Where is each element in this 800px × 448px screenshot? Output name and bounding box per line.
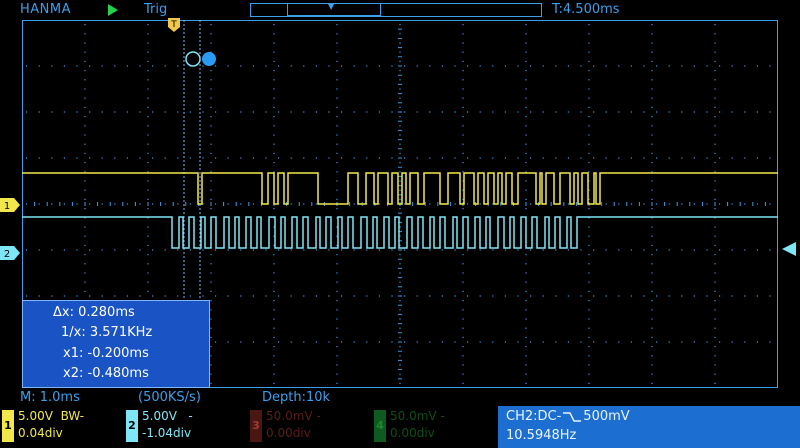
inverse-delta-value: 3.571KHz	[89, 325, 153, 340]
x2-row: x2: -0.480ms	[63, 366, 159, 381]
x1-value: -0.200ms	[87, 346, 149, 361]
inverse-delta-row: 1/x: 3.571KHz	[61, 325, 159, 340]
ch4-offset: 0.00div	[390, 426, 435, 440]
acquisition-status-bar: M: 1.0ms (500KS/s) Depth:10k	[0, 390, 800, 406]
ch1-bandwidth: BW-	[60, 409, 85, 423]
delta-x-row: Δx: 0.280ms	[53, 305, 159, 320]
ch2-bandwidth: -	[188, 409, 193, 423]
play-icon[interactable]	[108, 4, 118, 16]
ch2-volts: 5.00V	[142, 409, 177, 423]
ch4-bandwidth: -	[440, 409, 445, 423]
trigger-info-panel[interactable]: CH2:DC- 500mV 10.5948Hz	[498, 406, 800, 448]
ch4-settings[interactable]: 4 50.0mV - 0.00div	[372, 406, 494, 446]
x1-label: x1:	[63, 346, 84, 361]
ch3-volts: 50.0mV	[266, 409, 313, 423]
ch3-number: 3	[250, 410, 262, 442]
trigger-frequency: 10.5948Hz	[506, 428, 577, 443]
ch3-settings[interactable]: 3 50.0mV - 0.00div	[248, 406, 370, 446]
timebase[interactable]: M: 1.0ms	[20, 390, 80, 405]
memory-position-bar[interactable]: ▼	[250, 2, 542, 17]
ch2-level-marker[interactable]: 2	[0, 246, 20, 260]
ch3-offset: 0.00div	[266, 426, 311, 440]
delta-x-label: Δx:	[53, 305, 74, 320]
top-status-bar: HANMA Trig ▼ T:4.500ms	[0, 0, 800, 20]
ch4-number: 4	[374, 410, 386, 442]
memory-pointer-icon: ▼	[328, 2, 335, 11]
trigger-position-marker[interactable]: T	[168, 18, 180, 32]
delta-x-value: 0.280ms	[78, 305, 135, 320]
brand-logo: HANMA	[20, 2, 72, 17]
x1-row: x1: -0.200ms	[63, 346, 159, 361]
ch4-volts: 50.0mV	[390, 409, 437, 423]
trigger-delay: T:4.500ms	[552, 2, 620, 17]
inverse-delta-label: 1/x:	[61, 325, 86, 340]
ch1-volts: 5.00V	[18, 409, 53, 423]
ch3-bandwidth: -	[316, 409, 321, 423]
ch1-level-marker[interactable]: 1	[0, 198, 20, 212]
ch2-offset: -1.04div	[142, 426, 192, 440]
trigger-level-marker[interactable]	[782, 242, 796, 256]
trigger-status: Trig	[144, 2, 168, 17]
ch1-settings[interactable]: 1 5.00V BW- 0.04div	[0, 406, 122, 446]
ch1-number: 1	[2, 410, 14, 442]
x2-value: -0.480ms	[87, 366, 149, 381]
trigger-source: CH2:DC-	[506, 409, 562, 424]
ch2-settings[interactable]: 2 5.00V - -1.04div	[124, 406, 246, 446]
ch1-marker-label: 1	[4, 201, 10, 212]
channel-bar: 1 5.00V BW- 0.04div 2 5.00V - -1.04div 3…	[0, 406, 800, 448]
trigger-marker-label: T	[170, 20, 177, 30]
sample-rate: (500KS/s)	[138, 390, 201, 405]
ch2-number: 2	[126, 410, 138, 442]
ch2-marker-label: 2	[4, 249, 10, 260]
cursor-readout-panel: Δx: 0.280ms 1/x: 3.571KHz x1: -0.200ms x…	[22, 300, 210, 388]
ch1-offset: 0.04div	[18, 426, 63, 440]
falling-edge-icon	[563, 411, 582, 422]
trigger-level: 500mV	[583, 409, 630, 424]
x2-label: x2:	[63, 366, 84, 381]
memory-depth[interactable]: Depth:10k	[262, 390, 330, 405]
